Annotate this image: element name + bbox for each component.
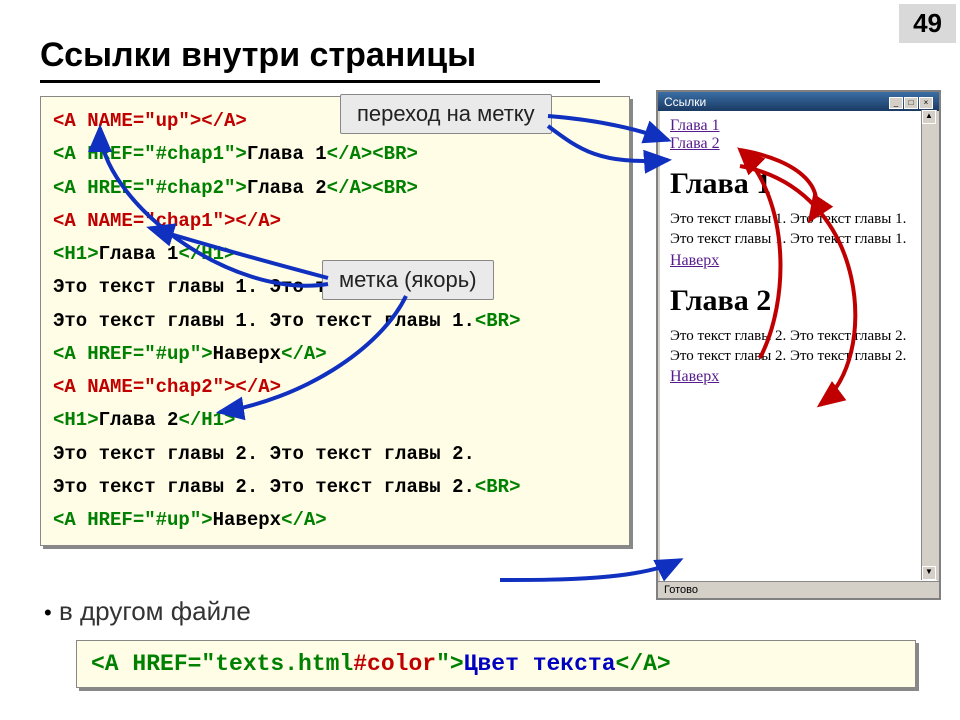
code-line: <H1> <box>53 409 99 431</box>
browser-title: Ссылки <box>664 95 706 109</box>
preview-link-2[interactable]: Глава 2 <box>670 135 720 152</box>
code-line: <A NAME="chap1"></A> <box>53 210 281 232</box>
code-text: Глава 1 <box>247 143 327 165</box>
scroll-down-icon[interactable]: ▼ <box>922 566 936 580</box>
code-line: </A> <box>281 509 327 531</box>
callout-goto-anchor: переход на метку <box>340 94 552 134</box>
code-line: </H1> <box>178 243 235 265</box>
browser-preview: Ссылки _□× Глава 1 Глава 2 Глава 1 Это т… <box>656 90 941 600</box>
code-text: Глава 1 <box>99 243 179 265</box>
code-line: </A> <box>281 343 327 365</box>
code-anchor: #color <box>353 651 436 677</box>
browser-status: Готово <box>658 581 939 598</box>
bullet-icon: • <box>44 600 52 625</box>
code-line: </H1> <box>178 409 235 431</box>
code-text: Наверх <box>213 509 281 531</box>
page-title: Ссылки внутри страницы <box>40 36 476 75</box>
code-line: <A NAME="up"></A> <box>53 110 247 132</box>
bullet-text: в другом файле <box>59 596 251 626</box>
browser-scrollbar[interactable]: ▲ ▼ <box>921 110 937 580</box>
code-line: </A><BR> <box>327 143 418 165</box>
preview-link-1[interactable]: Глава 1 <box>670 117 720 134</box>
code-line: <A HREF="#up"> <box>53 509 213 531</box>
code-line: <BR> <box>475 476 521 498</box>
bullet-other-file: • в другом файле <box>44 596 251 627</box>
title-underline <box>40 80 600 83</box>
callout-anchor: метка (якорь) <box>322 260 494 300</box>
preview-link-up2[interactable]: Наверх <box>670 368 719 385</box>
minimize-icon[interactable]: _ <box>889 97 903 109</box>
code-line: <A HREF="#chap2"> <box>53 177 247 199</box>
preview-link-up1[interactable]: Наверх <box>670 252 719 269</box>
preview-paragraph-1: Это текст главы 1. Это текст главы 1. Эт… <box>670 209 927 250</box>
code-text: Это текст главы 1. Это текст главы 1. <box>53 310 475 332</box>
page-number: 49 <box>899 4 956 43</box>
code-text: Глава 2 <box>99 409 179 431</box>
code-link-text: Цвет текста <box>464 651 616 677</box>
code-line: </A><BR> <box>327 177 418 199</box>
code-text: Наверх <box>213 343 281 365</box>
code-text: Глава 2 <box>247 177 327 199</box>
code-line: "> <box>436 651 464 677</box>
code-text: Это текст главы 2. Это текст главы 2. <box>53 476 475 498</box>
preview-heading-2: Глава 2 <box>670 284 927 318</box>
code-block-main: <A NAME="up"></A> <A HREF="#chap1">Глава… <box>40 96 630 546</box>
code-block-external: <A HREF="texts.html#color">Цвет текста</… <box>76 640 916 688</box>
code-text: Это текст главы 2. Это текст главы 2. <box>53 443 475 465</box>
code-line: <BR> <box>475 310 521 332</box>
preview-paragraph-2: Это текст главы 2. Это текст главы 2. Эт… <box>670 326 927 367</box>
window-controls: _□× <box>888 94 933 109</box>
code-line: <A HREF="#up"> <box>53 343 213 365</box>
browser-body: Глава 1 Глава 2 Глава 1 Это текст главы … <box>660 111 937 581</box>
maximize-icon[interactable]: □ <box>904 97 918 109</box>
preview-heading-1: Глава 1 <box>670 167 927 201</box>
scroll-up-icon[interactable]: ▲ <box>922 110 936 124</box>
code-line: <A HREF="#chap1"> <box>53 143 247 165</box>
code-line: <A NAME="chap2"></A> <box>53 376 281 398</box>
code-line: <A HREF="texts.html <box>91 651 353 677</box>
code-line: <H1> <box>53 243 99 265</box>
browser-titlebar: Ссылки _□× <box>658 92 939 111</box>
code-line: </A> <box>616 651 671 677</box>
close-icon[interactable]: × <box>919 97 933 109</box>
